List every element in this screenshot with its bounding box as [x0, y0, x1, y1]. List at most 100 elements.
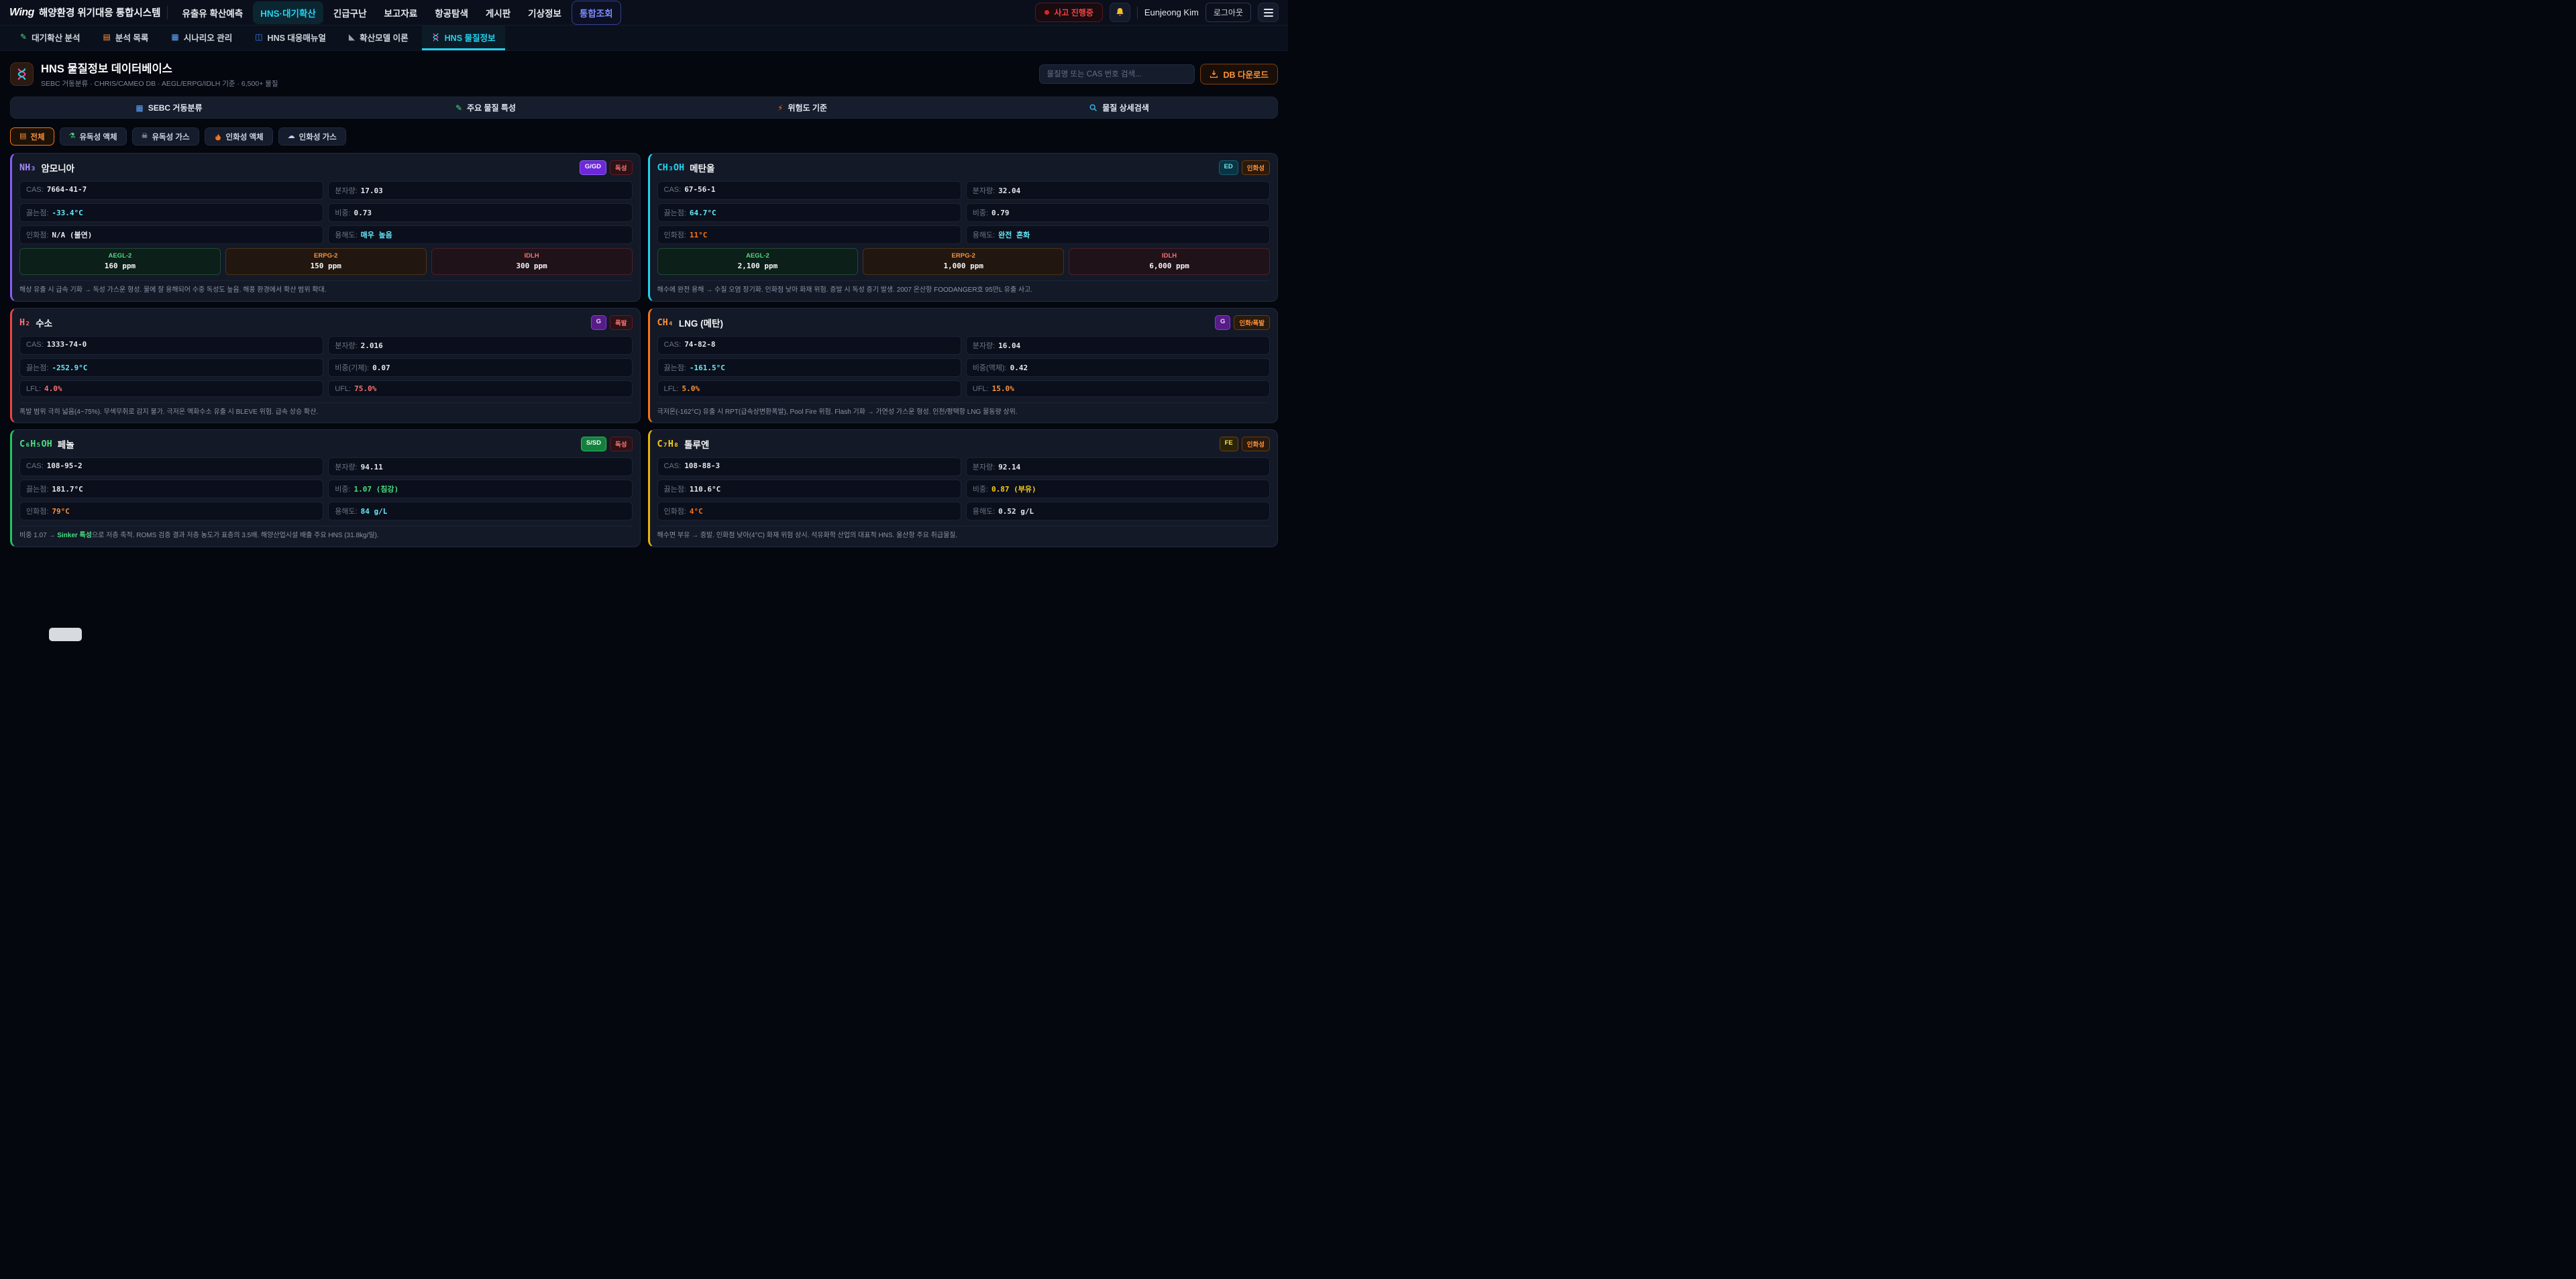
- nav-item[interactable]: 보고자료: [377, 1, 425, 24]
- threshold-box: ERPG-21,000 ppm: [863, 248, 1064, 275]
- db-download-button[interactable]: DB 다운로드: [1200, 64, 1278, 85]
- property-cell: 분자량:92.14: [966, 457, 1270, 476]
- download-icon: [1210, 70, 1218, 78]
- app-title: 해양환경 위기대응 통합시스템: [39, 5, 160, 19]
- threshold-label: AEGL-2: [658, 252, 858, 260]
- badge-group: FE인화성: [1220, 437, 1270, 451]
- filter-chip[interactable]: ▤ 전체: [10, 127, 54, 146]
- property-grid: CAS:108-95-2분자량:94.11끓는점:181.7°C비중:1.07 …: [19, 457, 633, 520]
- search-icon: [1089, 103, 1097, 112]
- property-value: N/A (불연): [52, 229, 92, 240]
- sub-tab[interactable]: ▦ 시나리오 관리: [162, 25, 241, 50]
- sub-tab[interactable]: HNS 물질정보: [422, 25, 505, 50]
- classification-badge: 인화/폭발: [1234, 315, 1270, 330]
- classification-badge: G: [591, 315, 606, 330]
- nav-item[interactable]: 기상정보: [521, 1, 569, 24]
- category-item[interactable]: ▦ SEBC 거동분류: [11, 102, 327, 113]
- classification-badge: ED: [1219, 160, 1238, 175]
- property-value: 7664-41-7: [47, 185, 87, 194]
- substance-card[interactable]: C₆H₅OH 페놀 S/SD독성 CAS:108-95-2분자량:94.11끓는…: [10, 429, 641, 547]
- bottom-left-widget[interactable]: [49, 628, 82, 641]
- property-value: -33.4°C: [52, 209, 83, 217]
- nav-item[interactable]: 게시판: [478, 1, 518, 24]
- property-label: 비중:: [973, 484, 988, 494]
- search-input[interactable]: [1039, 64, 1195, 84]
- substance-name: 톨루엔: [684, 437, 709, 451]
- filter-chip[interactable]: ☠ 유독성 가스: [132, 127, 199, 146]
- property-value: 1333-74-0: [47, 340, 87, 349]
- notifications-button[interactable]: [1110, 3, 1130, 22]
- threshold-value: 160 ppm: [20, 262, 220, 270]
- filter-chip[interactable]: ⚗ 유독성 액체: [60, 127, 127, 146]
- nav-item[interactable]: 긴급구난: [326, 1, 374, 24]
- card-header: CH₃OH 메탄올 ED인화성: [657, 160, 1271, 175]
- property-label: 분자량:: [973, 185, 995, 196]
- bell-icon: [1115, 7, 1125, 17]
- property-label: CAS:: [664, 341, 682, 349]
- property-value: 92.14: [998, 463, 1020, 471]
- nav-item[interactable]: 유출유 확산예측: [174, 1, 250, 24]
- nav-item[interactable]: 통합조회: [572, 1, 621, 25]
- substance-card[interactable]: NH₃ 암모니아 G/GD독성 CAS:7664-41-7분자량:17.03끓는…: [10, 153, 641, 302]
- chart-icon: ▦: [171, 33, 178, 41]
- chemical-formula: CH₃OH: [657, 162, 685, 173]
- property-cell: LFL:4.0%: [19, 380, 323, 397]
- logout-button[interactable]: 로그아웃: [1205, 3, 1251, 22]
- category-item[interactable]: ⚡ 위험도 기준: [644, 102, 961, 113]
- property-value: 110.6°C: [690, 485, 720, 494]
- sub-tab[interactable]: ✎ 대기확산 분석: [11, 25, 90, 50]
- property-label: 끓는점:: [26, 484, 48, 494]
- sub-tab-label: 대기확산 분석: [32, 31, 80, 44]
- sub-tab[interactable]: ◫ HNS 대응매뉴얼: [246, 25, 335, 50]
- threshold-box: AEGL-2 160 ppm: [19, 248, 221, 275]
- threshold-label: AEGL-2: [20, 252, 220, 260]
- sub-tab-label: 분석 목록: [115, 31, 148, 44]
- property-label: 용해도:: [335, 506, 357, 516]
- nav-item[interactable]: HNS·대기확산: [253, 1, 323, 24]
- divider: [1137, 7, 1138, 19]
- filter-chip[interactable]: 인화성 액체: [205, 127, 273, 146]
- property-cell: LFL:5.0%: [657, 380, 961, 397]
- property-value: 1.07 (침강): [354, 484, 399, 494]
- substance-card[interactable]: CH₃OH 메탄올 ED인화성 CAS:67-56-1분자량:32.04끓는점:…: [648, 153, 1279, 302]
- substance-card[interactable]: H₂ 수소 G폭발 CAS:1333-74-0분자량:2.016끓는점:-252…: [10, 308, 641, 424]
- sub-tab-label: 시나리오 관리: [184, 31, 232, 44]
- test-tube-icon: ⚗: [69, 133, 76, 140]
- sub-tab[interactable]: ▤ 분석 목록: [94, 25, 158, 50]
- property-value: 74-82-8: [684, 340, 715, 349]
- property-value: -161.5°C: [690, 364, 725, 372]
- sub-tab-label: HNS 물질정보: [445, 31, 496, 44]
- sub-tab[interactable]: ◣ 확산모델 이론: [339, 25, 418, 50]
- category-item[interactable]: ✎ 주요 물질 특성: [327, 102, 644, 113]
- substance-card[interactable]: C₇H₈ 톨루엔 FE인화성 CAS:108-88-3분자량:92.14끓는점:…: [648, 429, 1279, 547]
- category-item[interactable]: 물질 상세검색: [961, 102, 1277, 113]
- page-title: HNS 물질정보 데이터베이스: [41, 60, 278, 76]
- category-label: 위험도 기준: [788, 102, 827, 113]
- threshold-value: 300 ppm: [432, 262, 632, 270]
- hazard-note: 폭발 범위 극히 넓음(4~75%). 무색무취로 감지 불가. 극저온 액화수…: [19, 402, 633, 418]
- page-subtitle: SEBC 거동분류 · CHRIS/CAMEO DB · AEGL/ERPG/I…: [41, 78, 278, 89]
- top-navbar: Wing 해양환경 위기대응 통합시스템 유출유 확산예측HNS·대기확산긴급구…: [0, 0, 1288, 25]
- property-value: 4°C: [690, 507, 703, 516]
- incident-status-label: 사고 진행중: [1054, 7, 1093, 18]
- property-label: 비중:: [335, 207, 350, 218]
- property-label: 인화점:: [26, 506, 48, 516]
- property-grid: CAS:67-56-1분자량:32.04끓는점:64.7°C비중:0.79인화점…: [657, 181, 1271, 244]
- filter-chip[interactable]: ☁ 인화성 가스: [278, 127, 346, 146]
- property-grid: CAS:108-88-3분자량:92.14끓는점:110.6°C비중:0.87 …: [657, 457, 1271, 520]
- property-value: 15.0%: [992, 384, 1014, 393]
- substance-card-grid: NH₃ 암모니아 G/GD독성 CAS:7664-41-7분자량:17.03끓는…: [0, 153, 1288, 547]
- hazard-note: 해수면 부유 → 증발. 인화점 낮아(4°C) 화재 위험 상시. 석유화학 …: [657, 526, 1271, 541]
- book-icon: ◫: [255, 33, 262, 41]
- exposure-thresholds: AEGL-22,100 ppmERPG-21,000 ppmIDLH6,000 …: [657, 248, 1271, 275]
- menu-button[interactable]: [1258, 3, 1279, 22]
- property-cell: 비중(액체):0.42: [966, 358, 1270, 377]
- property-value: 108-88-3: [684, 461, 720, 470]
- property-cell: CAS:1333-74-0: [19, 336, 323, 355]
- threshold-box: IDLH300 ppm: [431, 248, 633, 275]
- chemical-formula: CH₄: [657, 317, 674, 328]
- property-cell: 끓는점:-161.5°C: [657, 358, 961, 377]
- property-value: -252.9°C: [52, 364, 87, 372]
- substance-card[interactable]: CH₄ LNG (메탄) G인화/폭발 CAS:74-82-8분자량:16.04…: [648, 308, 1279, 424]
- nav-item[interactable]: 항공탐색: [427, 1, 476, 24]
